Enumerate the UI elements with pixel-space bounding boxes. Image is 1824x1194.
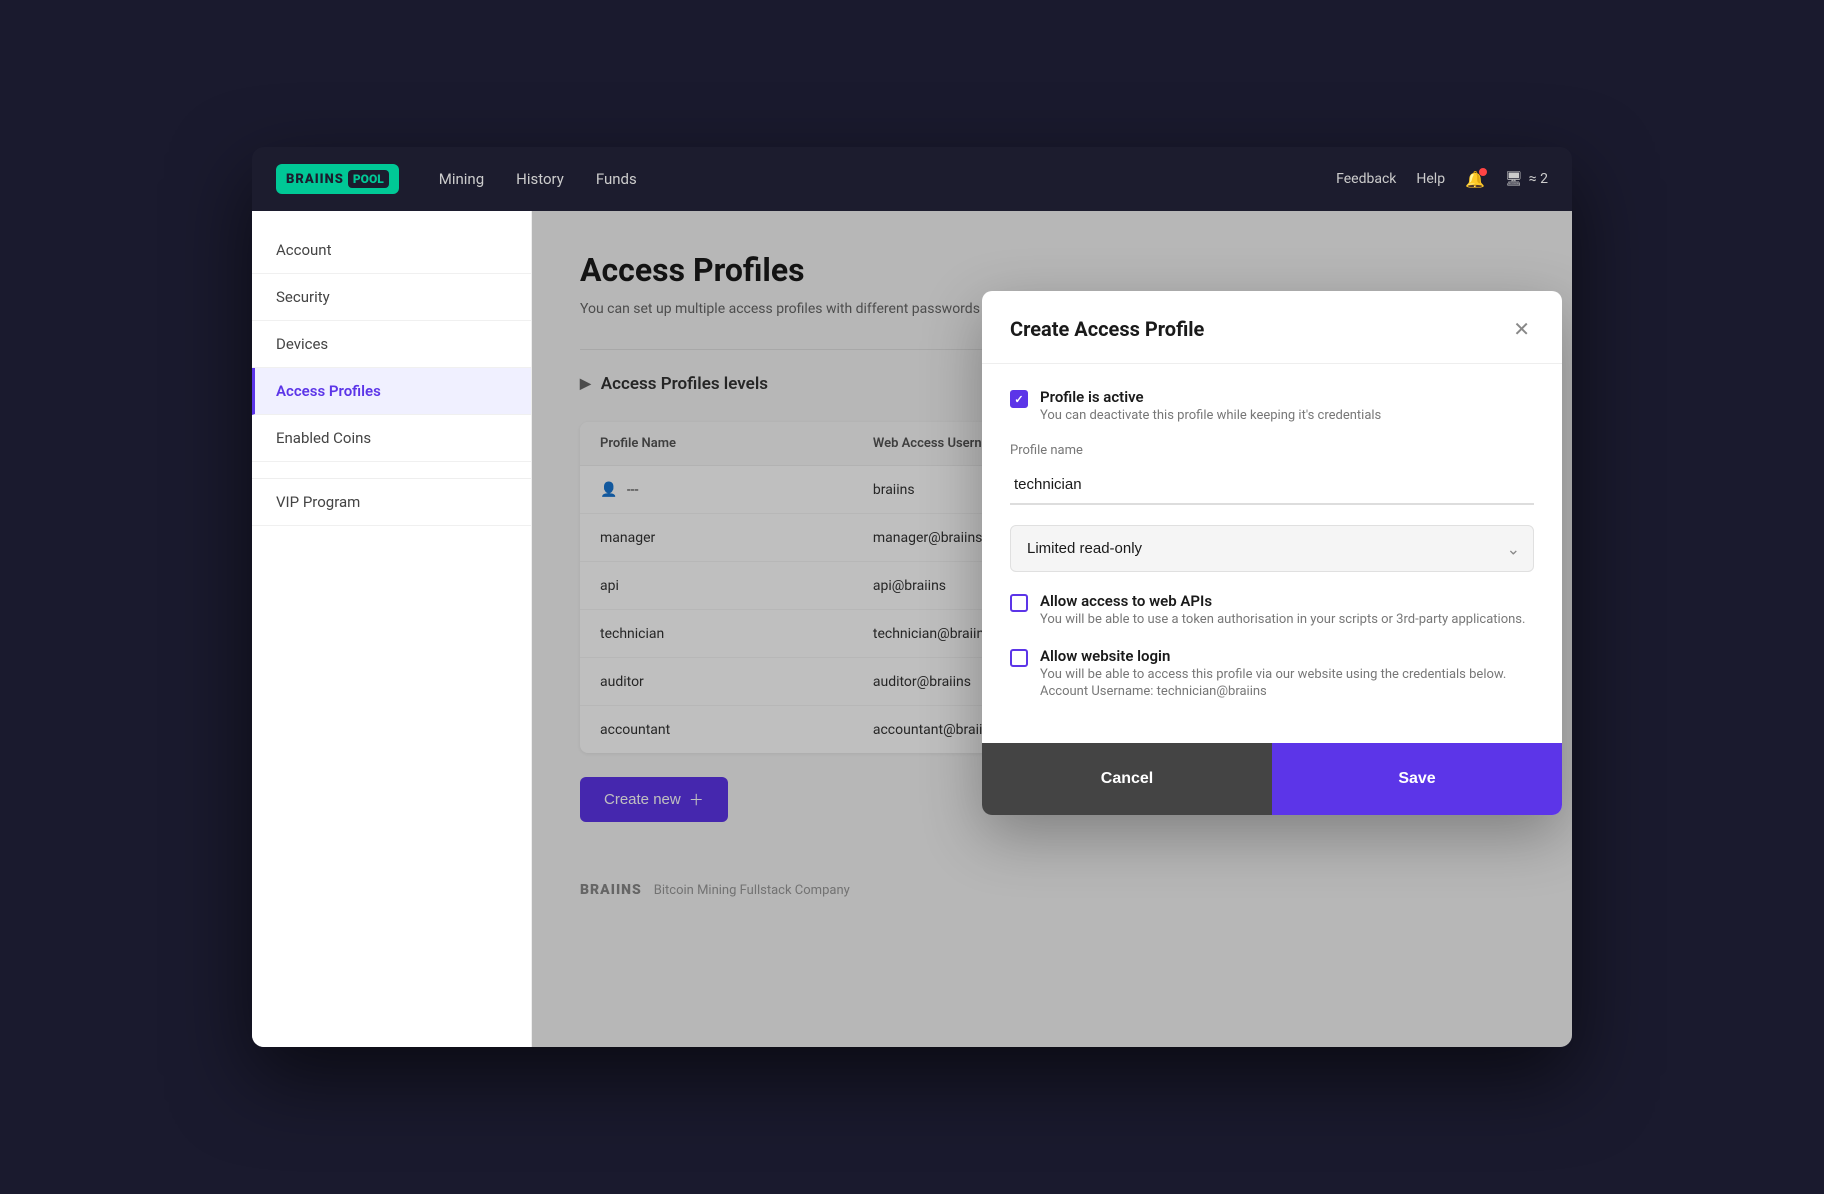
logo-text: BRAIINS xyxy=(286,172,344,187)
sidebar-item-devices[interactable]: Devices xyxy=(252,321,531,368)
profile-name-input[interactable] xyxy=(1010,466,1534,505)
logo-box: BRAIINS POOL xyxy=(276,164,399,194)
modal-footer: Cancel Save xyxy=(982,743,1562,815)
topbar-right: Feedback Help 🔔 🖥 ≈ 2 xyxy=(1336,170,1548,189)
profile-active-text: Profile is active You can deactivate thi… xyxy=(1040,388,1381,423)
browser-window: BRAIINS POOL Mining History Funds Feedba… xyxy=(252,147,1572,1047)
profile-active-checkbox[interactable]: ✓ xyxy=(1010,390,1028,408)
sidebar-item-account[interactable]: Account xyxy=(252,227,531,274)
nav-mining[interactable]: Mining xyxy=(439,166,484,192)
modal-header: Create Access Profile ✕ xyxy=(982,291,1562,364)
create-access-profile-modal: Create Access Profile ✕ ✓ Profile is act… xyxy=(982,291,1562,815)
help-button[interactable]: Help xyxy=(1416,171,1445,187)
modal-title: Create Access Profile xyxy=(1010,317,1204,341)
logo-area: BRAIINS POOL xyxy=(276,164,399,194)
profile-active-label: Profile is active xyxy=(1040,388,1381,406)
notification-bell-icon[interactable]: 🔔 xyxy=(1465,170,1485,189)
sidebar-item-enabled-coins[interactable]: Enabled Coins xyxy=(252,415,531,462)
notification-dot xyxy=(1479,168,1487,176)
web-api-label: Allow access to web APIs xyxy=(1040,592,1525,610)
sidebar-item-access-profiles[interactable]: Access Profiles xyxy=(252,368,531,415)
main-layout: Account Security Devices Access Profiles… xyxy=(252,211,1572,1047)
profile-active-desc: You can deactivate this profile while ke… xyxy=(1040,408,1381,423)
website-login-row: Allow website login You will be able to … xyxy=(1010,647,1534,699)
web-api-row: Allow access to web APIs You will be abl… xyxy=(1010,592,1534,627)
website-login-desc: You will be able to access this profile … xyxy=(1040,667,1506,682)
web-api-text: Allow access to web APIs You will be abl… xyxy=(1040,592,1525,627)
close-icon[interactable]: ✕ xyxy=(1509,315,1534,343)
website-login-label: Allow website login xyxy=(1040,647,1506,665)
web-api-desc: You will be able to use a token authoris… xyxy=(1040,612,1525,627)
modal-overlay: Create Access Profile ✕ ✓ Profile is act… xyxy=(532,211,1572,1047)
topbar: BRAIINS POOL Mining History Funds Feedba… xyxy=(252,147,1572,211)
permission-select-wrapper: Limited read-onlyRead-onlyFull access ⌄ xyxy=(1010,525,1534,572)
website-login-desc2: Account Username: technician@braiins xyxy=(1040,684,1506,699)
sidebar-item-security[interactable]: Security xyxy=(252,274,531,321)
cancel-button[interactable]: Cancel xyxy=(982,743,1272,815)
content-area: Access Profiles You can set up multiple … xyxy=(532,211,1572,1047)
wallet-value: ≈ 2 xyxy=(1529,171,1548,187)
website-login-checkbox[interactable] xyxy=(1010,649,1028,667)
save-button[interactable]: Save xyxy=(1272,743,1562,815)
profile-active-row: ✓ Profile is active You can deactivate t… xyxy=(1010,388,1534,423)
sidebar: Account Security Devices Access Profiles… xyxy=(252,211,532,1047)
profile-name-label: Profile name xyxy=(1010,443,1534,458)
wallet-area[interactable]: 🖥 ≈ 2 xyxy=(1505,171,1548,187)
nav-history[interactable]: History xyxy=(516,166,564,192)
modal-body: ✓ Profile is active You can deactivate t… xyxy=(982,364,1562,743)
feedback-button[interactable]: Feedback xyxy=(1336,171,1396,187)
nav-funds[interactable]: Funds xyxy=(596,166,637,192)
wallet-icon: 🖥 xyxy=(1505,171,1523,187)
web-api-checkbox[interactable] xyxy=(1010,594,1028,612)
website-login-text: Allow website login You will be able to … xyxy=(1040,647,1506,699)
permission-select[interactable]: Limited read-onlyRead-onlyFull access xyxy=(1010,525,1534,572)
sidebar-item-vip-program[interactable]: VIP Program xyxy=(252,478,531,526)
nav-links: Mining History Funds xyxy=(439,166,1336,192)
logo-pool: POOL xyxy=(348,170,389,188)
checkmark-icon: ✓ xyxy=(1014,393,1023,406)
